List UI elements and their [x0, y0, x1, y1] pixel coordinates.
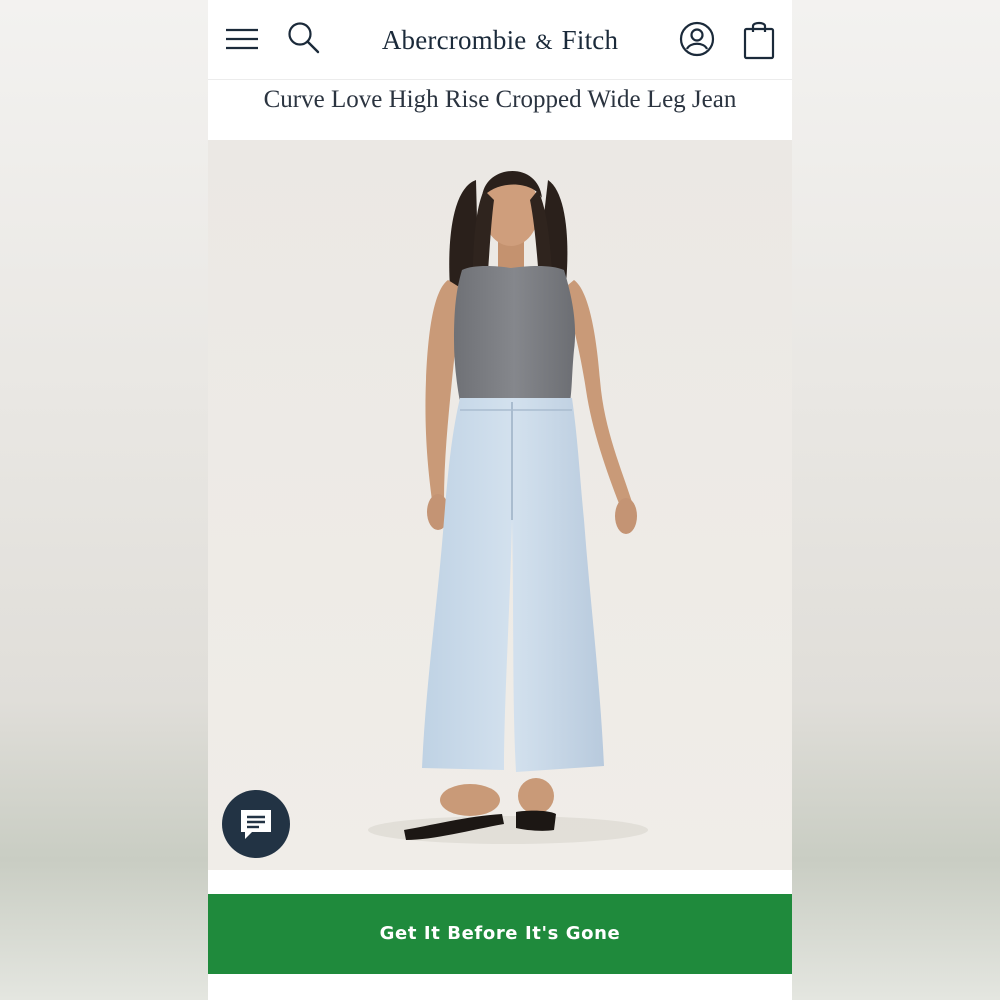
chat-button[interactable]	[222, 790, 290, 858]
site-header: Abercrombie & Fitch	[208, 0, 792, 80]
menu-icon[interactable]	[224, 22, 260, 56]
brand-logo[interactable]: Abercrombie & Fitch	[378, 22, 622, 58]
model-photo-illustration	[208, 140, 792, 870]
get-it-before-its-gone-button[interactable]: Get It Before It's Gone	[208, 894, 792, 974]
brand-name: Abercrombie	[381, 25, 527, 55]
background-left	[0, 0, 208, 1000]
brand-ampersand: &	[535, 29, 553, 54]
product-image[interactable]	[208, 140, 792, 870]
brand-suffix: Fitch	[561, 25, 619, 55]
account-icon[interactable]	[678, 20, 716, 58]
shopping-bag-icon[interactable]	[742, 18, 776, 60]
search-icon[interactable]	[286, 20, 322, 56]
background-right	[792, 0, 1000, 1000]
mobile-page: Abercrombie & Fitch Curve Love High Rise…	[208, 0, 792, 1000]
product-title: Curve Love High Rise Cropped Wide Leg Je…	[263, 86, 737, 113]
chat-bubble-icon	[241, 810, 271, 839]
